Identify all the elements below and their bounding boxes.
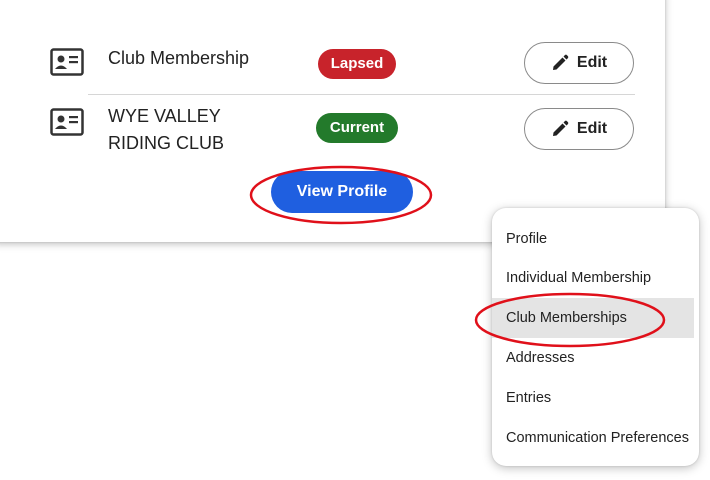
membership-name-line2: RIDING CLUB xyxy=(108,133,225,153)
menu-item-profile[interactable]: Profile xyxy=(492,219,694,259)
view-profile-button[interactable]: View Profile xyxy=(271,171,413,213)
edit-button[interactable]: Edit xyxy=(524,42,634,84)
id-card-icon xyxy=(50,108,84,136)
membership-name: Club Membership xyxy=(108,48,250,68)
id-card-icon xyxy=(50,48,84,76)
menu-item-individual-membership[interactable]: Individual Membership xyxy=(492,258,694,298)
edit-button[interactable]: Edit xyxy=(524,108,634,150)
menu-item-addresses[interactable]: Addresses xyxy=(492,338,694,378)
pencil-icon xyxy=(552,54,569,70)
edit-button-label: Edit xyxy=(576,120,608,137)
profile-menu: Profile Individual Membership Club Membe… xyxy=(492,208,699,466)
membership-name: WYE VALLEY xyxy=(108,106,221,126)
row-divider xyxy=(88,94,635,95)
menu-item-communication-preferences[interactable]: Communication Preferences xyxy=(492,418,694,458)
status-badge-current: Current xyxy=(316,113,398,143)
edit-button-label: Edit xyxy=(576,54,608,71)
pencil-icon xyxy=(552,120,569,136)
menu-item-club-memberships[interactable]: Club Memberships xyxy=(492,298,694,338)
status-badge-lapsed: Lapsed xyxy=(318,49,396,79)
menu-item-entries[interactable]: Entries xyxy=(492,378,694,418)
